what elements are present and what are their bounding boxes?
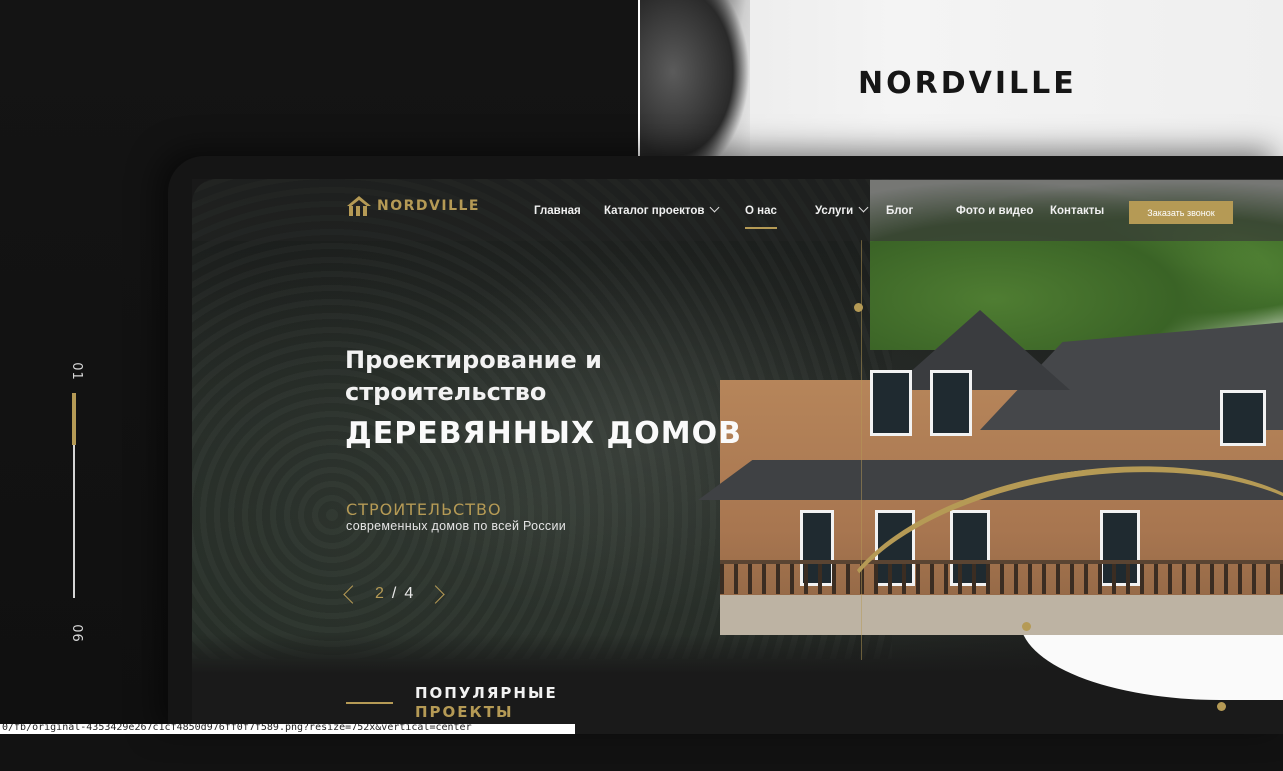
rock-image [640,0,750,180]
site-logo[interactable]: NORDVILLE [347,196,480,216]
slider-progress [72,393,76,445]
nav-item-catalog[interactable]: Каталог проектов [604,202,720,217]
url-strip: 0/fb/original-4353429e267c1cf4850d976ff0… [0,724,575,734]
nav-item-blog[interactable]: Блог [886,205,913,217]
section-title: ПОПУЛЯРНЫЕ [415,684,558,702]
pager-separator: / [391,585,397,602]
house-logo-icon [347,196,371,216]
house-window [1220,390,1266,446]
arrow-right-icon[interactable] [426,584,445,604]
banner-brand: NORDVILLE [858,66,1077,101]
nav-item-media[interactable]: Фото и видео [956,205,1033,217]
nav-item-services[interactable]: Услуги [815,202,869,217]
hero-pager: 2 / 4 [343,584,445,604]
hero-subtitle: СТРОИТЕЛЬСТВО [346,500,502,519]
url-text: 0/fb/original-4353429e267c1cf4850d976ff0… [2,724,472,733]
section-divider [346,702,393,704]
arrow-left-icon[interactable] [343,584,362,604]
divider [638,0,640,180]
nav-item-home[interactable]: Главная [534,205,581,217]
chevron-down-icon [710,202,720,213]
hero-description: современных домов по всей России [346,519,567,533]
house-window [870,370,912,436]
callback-button[interactable]: Заказать звонок [1129,201,1233,224]
decor-dot [1022,622,1031,631]
nav-item-contacts[interactable]: Контакты [1050,205,1104,217]
pager-current: 2 [375,585,384,602]
hero-title: Проектирование и строительство [345,346,602,406]
nav-item-about[interactable]: О нас [745,205,777,217]
decor-dot [854,303,863,312]
section-title-accent: ПРОЕКТЫ [415,703,514,721]
slider-total-number: 06 [68,624,84,643]
nav-item-services-label: Услуги [815,205,854,217]
house-window [930,370,972,436]
nav-item-catalog-label: Каталог проектов [604,205,705,217]
decor-dot [1217,702,1226,711]
active-indicator [745,227,777,229]
hero-title-accent: ДЕРЕВЯННЫХ ДОМОВ [345,416,742,451]
chevron-down-icon [858,202,869,213]
slider-current-number: 01 [68,362,84,381]
pager-total: 4 [404,585,414,602]
logo-text: NORDVILLE [377,198,480,214]
